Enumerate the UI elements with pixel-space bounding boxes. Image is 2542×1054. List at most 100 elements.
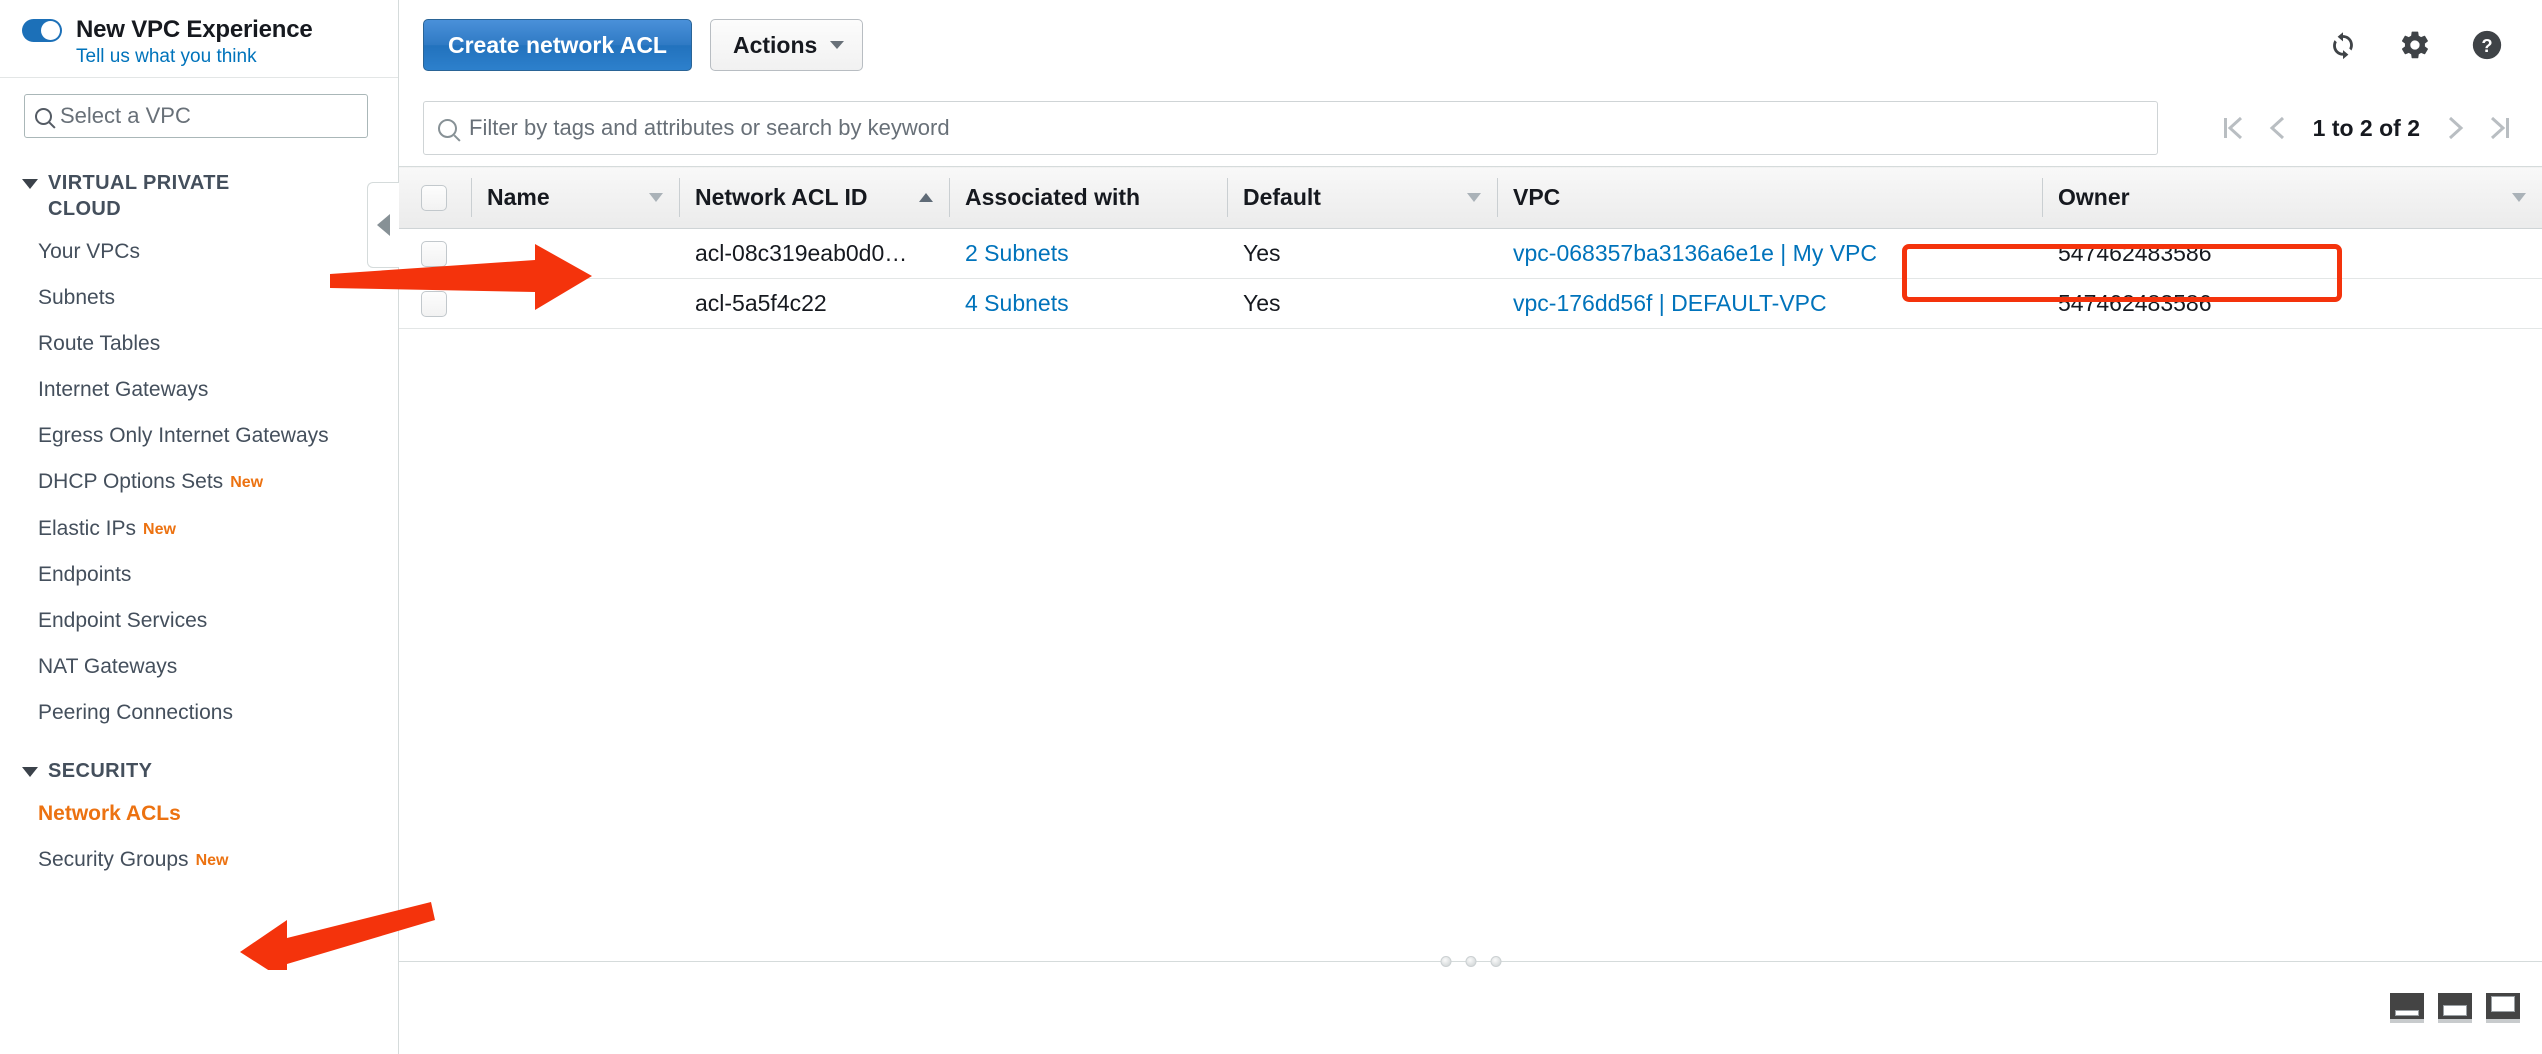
previous-page-icon (2269, 116, 2284, 140)
sidebar-item-peering-connections[interactable]: Peering Connections (0, 690, 398, 736)
pagination: 1 to 2 of 2 (2221, 113, 2518, 143)
sidebar-item-dhcp-options-sets[interactable]: DHCP Options Sets New (0, 459, 398, 505)
splitter-grip[interactable] (1440, 956, 1501, 967)
panel-layout-large-button[interactable] (2486, 993, 2520, 1023)
settings-button[interactable] (2388, 18, 2442, 72)
search-placeholder: Filter by tags and attributes or search … (469, 115, 950, 140)
actions-dropdown-button[interactable]: Actions (709, 19, 864, 71)
vpc-console-page: New VPC Experience Tell us what you thin… (0, 0, 2542, 1054)
search-input[interactable]: Filter by tags and attributes or search … (423, 101, 2158, 155)
column-header-associated-with[interactable]: Associated with (949, 166, 1227, 229)
row-select-cell[interactable] (399, 278, 471, 329)
sidebar-item-subnets[interactable]: Subnets (0, 275, 398, 321)
row-select-cell[interactable] (399, 228, 471, 279)
help-button[interactable]: ? (2460, 18, 2514, 72)
table-body: acl-08c319eab0d0… 2 Subnets Yes vpc-0683… (399, 228, 2542, 329)
cell-vpc: vpc-068357ba3136a6e1e | My VPC (1497, 228, 2042, 279)
cell-network-acl-id: acl-08c319eab0d0… (679, 228, 949, 279)
previous-page-button[interactable] (2267, 113, 2287, 143)
table-row[interactable]: acl-08c319eab0d0… 2 Subnets Yes vpc-0683… (399, 228, 2542, 279)
vpc-link[interactable]: vpc-068357ba3136a6e1e | My VPC (1513, 240, 1877, 266)
sidebar-item-endpoint-services[interactable]: Endpoint Services (0, 598, 398, 644)
vpc-link[interactable]: vpc-176dd56f | DEFAULT-VPC (1513, 290, 1827, 316)
cell-associated-with: 2 Subnets (949, 228, 1227, 279)
row-checkbox[interactable] (421, 241, 447, 268)
sidebar-item-egress-only-internet-gateways[interactable]: Egress Only Internet Gateways (0, 413, 398, 459)
select-all-header[interactable] (399, 166, 471, 229)
chevron-left-icon (377, 214, 390, 236)
vpc-selector-wrap: Select a VPC (0, 78, 398, 152)
cell-name (471, 278, 679, 329)
sidebar-item-nat-gateways[interactable]: NAT Gateways (0, 644, 398, 690)
gear-icon (2401, 31, 2428, 59)
sidebar-item-security-groups[interactable]: Security Groups New (0, 837, 398, 883)
table-row[interactable]: acl-5a5f4c22 4 Subnets Yes vpc-176dd56f … (399, 278, 2542, 329)
chevron-down-icon (830, 41, 845, 49)
panel-layout-small-button[interactable] (2390, 993, 2424, 1023)
sidebar-item-label: Subnets (38, 285, 116, 309)
sidebar-group-virtual-private-cloud[interactable]: VIRTUAL PRIVATE CLOUD (0, 162, 398, 229)
last-page-button[interactable] (2488, 113, 2512, 143)
sort-descending-icon (649, 193, 663, 202)
grip-dot (1465, 956, 1476, 967)
sidebar-group-security[interactable]: SECURITY (0, 736, 398, 790)
sidebar-collapse-button[interactable] (367, 182, 399, 268)
subnets-link[interactable]: 4 Subnets (965, 290, 1069, 316)
sidebar-item-internet-gateways[interactable]: Internet Gateways (0, 367, 398, 413)
action-toolbar: Create network ACL Actions ? (399, 0, 2542, 90)
column-header-name[interactable]: Name (471, 166, 679, 229)
vpc-select-placeholder: Select a VPC (60, 103, 191, 128)
column-header-network-acl-id[interactable]: Network ACL ID (679, 166, 949, 229)
cell-default: Yes (1227, 278, 1497, 329)
sidebar: New VPC Experience Tell us what you thin… (0, 0, 399, 1054)
new-vpc-experience-title: New VPC Experience (76, 16, 313, 43)
subnets-link[interactable]: 2 Subnets (965, 240, 1069, 266)
cell-owner: 547462483586 (2042, 228, 2542, 279)
sidebar-item-endpoints[interactable]: Endpoints (0, 552, 398, 598)
cell-associated-with: 4 Subnets (949, 278, 1227, 329)
panel-large-icon (2491, 996, 2515, 1012)
panel-splitter[interactable] (399, 956, 2542, 967)
sidebar-item-elastic-ips[interactable]: Elastic IPs New (0, 506, 398, 552)
next-page-button[interactable] (2446, 113, 2466, 143)
sidebar-group-label: SECURITY (48, 760, 153, 783)
filter-bar: Filter by tags and attributes or search … (399, 90, 2542, 166)
row-checkbox[interactable] (421, 291, 447, 318)
table-header: Name Network ACL ID Associated with Defa… (399, 166, 2542, 229)
panel-layout-medium-button[interactable] (2438, 993, 2472, 1023)
first-page-button[interactable] (2221, 113, 2245, 143)
chevron-down-icon (22, 179, 38, 189)
help-icon: ? (2472, 30, 2502, 60)
new-vpc-experience-toggle[interactable] (22, 18, 62, 42)
network-acl-table-wrap: Name Network ACL ID Associated with Defa… (399, 166, 2542, 951)
grip-dot (1490, 956, 1501, 967)
sort-descending-icon (1467, 193, 1481, 202)
sidebar-nav: VIRTUAL PRIVATE CLOUD Your VPCs Subnets … (0, 152, 398, 883)
search-icon (35, 107, 52, 125)
column-header-owner[interactable]: Owner (2042, 166, 2542, 229)
column-label: Network ACL ID (695, 184, 868, 210)
column-label: Default (1243, 184, 1321, 210)
sidebar-item-your-vpcs[interactable]: Your VPCs (0, 229, 398, 275)
column-label: Associated with (965, 184, 1141, 210)
sidebar-item-network-acls[interactable]: Network ACLs (0, 791, 398, 837)
chevron-down-icon (22, 767, 38, 778)
create-network-acl-button[interactable]: Create network ACL (423, 19, 692, 71)
column-header-vpc[interactable]: VPC (1497, 166, 2042, 229)
sort-descending-icon (2512, 193, 2526, 202)
sidebar-item-label: Endpoint Services (38, 608, 208, 632)
panel-layout-bar (399, 962, 2542, 1054)
panel-small-icon (2395, 1010, 2419, 1016)
search-icon (438, 118, 457, 138)
vpc-select-input[interactable]: Select a VPC (24, 94, 368, 138)
tell-us-what-you-think-link[interactable]: Tell us what you think (76, 46, 398, 68)
refresh-button[interactable] (2316, 18, 2370, 72)
sidebar-item-label: Elastic IPs (38, 516, 137, 540)
panel-medium-icon (2443, 1005, 2467, 1016)
column-header-default[interactable]: Default (1227, 166, 1497, 229)
cell-owner: 547462483586 (2042, 278, 2542, 329)
refresh-icon (2333, 32, 2353, 60)
sidebar-item-route-tables[interactable]: Route Tables (0, 321, 398, 367)
table-header-row: Name Network ACL ID Associated with Defa… (399, 166, 2542, 229)
select-all-checkbox[interactable] (421, 185, 447, 212)
